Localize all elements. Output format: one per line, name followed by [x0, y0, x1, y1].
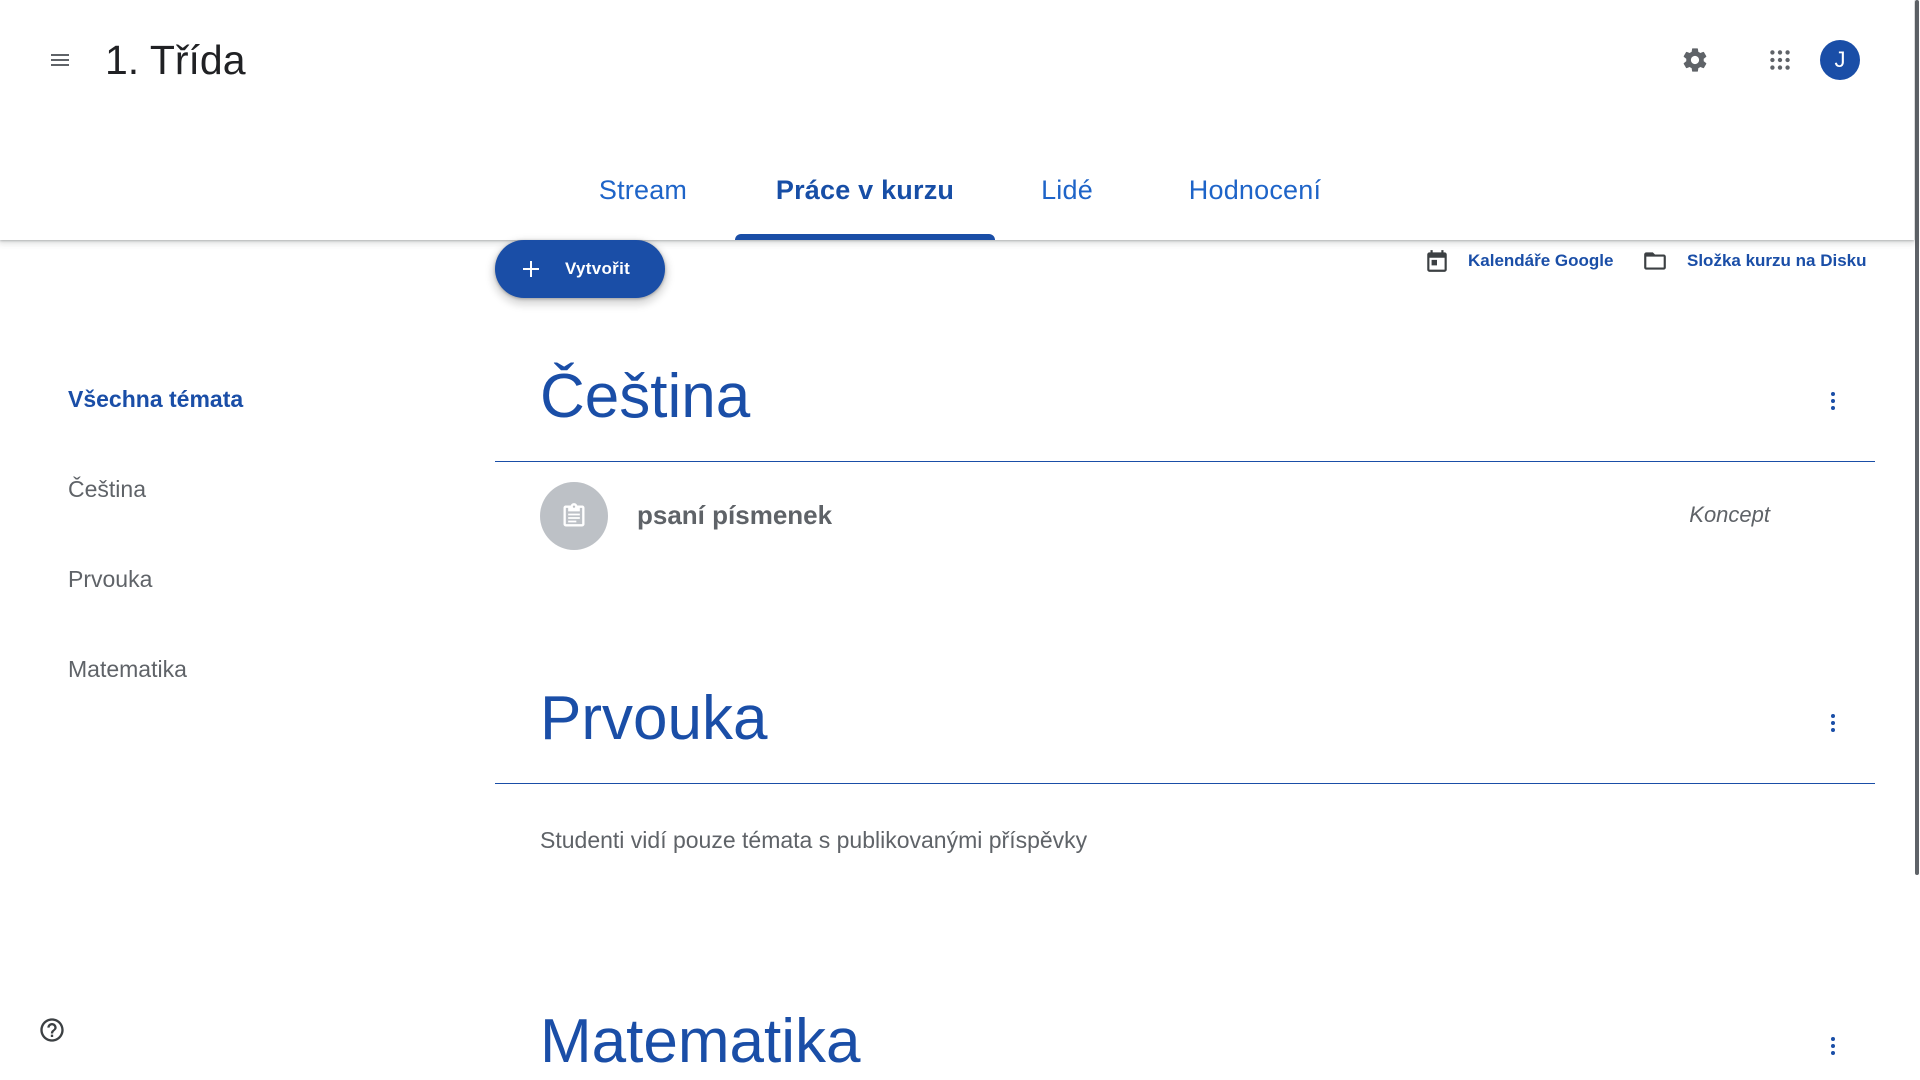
topic-header: Prvouka: [495, 679, 1875, 784]
tab-stream[interactable]: Stream: [578, 140, 708, 240]
tab-people[interactable]: Lidé: [1022, 140, 1112, 240]
classwork-item[interactable]: psaní písmenek Koncept: [495, 462, 1875, 572]
google-calendar-link[interactable]: Kalendáře Google: [1424, 243, 1613, 279]
help-button[interactable]: [34, 1012, 70, 1048]
topic-title[interactable]: Matematika: [540, 1002, 860, 1080]
create-button[interactable]: Vytvořit: [495, 240, 665, 298]
topic-header: Čeština: [495, 357, 1875, 462]
topic-title[interactable]: Čeština: [540, 357, 750, 437]
topic-section: Prvouka Studenti vidí pouze témata s pub…: [495, 679, 1875, 853]
assignment-icon: [540, 482, 608, 550]
topic-section: Čeština psaní písmenek Koncept: [495, 357, 1875, 572]
tab-classwork[interactable]: Práce v kurzu: [735, 140, 995, 240]
plus-icon: [519, 257, 543, 281]
account-avatar[interactable]: J: [1820, 40, 1860, 80]
gear-icon: [1683, 48, 1707, 72]
more-vert-icon: [1831, 392, 1835, 410]
tab-label: Lidé: [1041, 174, 1093, 205]
topic-header: Matematika: [495, 1002, 1875, 1080]
folder-icon: [1644, 252, 1666, 270]
topic-more-button[interactable]: [1809, 377, 1857, 425]
topic-section: Matematika: [495, 1002, 1875, 1080]
topic-more-button[interactable]: [1809, 699, 1857, 747]
class-title[interactable]: 1. Třída: [105, 34, 246, 86]
top-app-bar: 1. Třída J Stream Práce v kurzu Lidé Hod…: [0, 0, 1914, 240]
topic-more-button[interactable]: [1809, 1022, 1857, 1070]
google-calendar-label: Kalendáře Google: [1468, 251, 1614, 270]
tab-label: Stream: [598, 174, 688, 205]
draft-status-label: Koncept: [1689, 502, 1770, 527]
help-icon: [40, 1018, 64, 1042]
calendar-icon: [1427, 250, 1447, 272]
class-tabs: Stream Práce v kurzu Lidé Hodnocení: [0, 140, 1914, 240]
drive-folder-link[interactable]: Složka kurzu na Disku: [1641, 243, 1867, 279]
page-scrollbar[interactable]: [1914, 0, 1920, 1080]
active-tab-indicator: [735, 234, 995, 240]
settings-button[interactable]: [1671, 36, 1719, 84]
sidebar-item-prvouka[interactable]: Prvouka: [68, 566, 152, 593]
tab-label: Hodnocení: [1188, 174, 1322, 205]
drive-folder-label: Složka kurzu na Disku: [1687, 251, 1867, 270]
menu-icon: [51, 54, 69, 66]
main-menu-button[interactable]: [36, 36, 84, 84]
sidebar-item-all-topics[interactable]: Všechna témata: [68, 386, 243, 413]
scrollbar-thumb[interactable]: [1915, 0, 1919, 875]
tab-label: Práce v kurzu: [775, 174, 955, 205]
create-button-label: Vytvořit: [565, 259, 631, 278]
topic-title[interactable]: Prvouka: [540, 679, 767, 759]
apps-grid-icon: [1770, 50, 1790, 70]
classwork-item-title: psaní písmenek: [637, 500, 833, 530]
classroom-app: 1. Třída J Stream Práce v kurzu Lidé Hod…: [0, 0, 1920, 1080]
tab-grades[interactable]: Hodnocení: [1165, 140, 1345, 240]
sidebar-item-matematika[interactable]: Matematika: [68, 656, 187, 683]
sidebar-item-cestina[interactable]: Čeština: [68, 476, 146, 503]
empty-topic-note: Studenti vidí pouze témata s publikovaný…: [540, 827, 1088, 853]
more-vert-icon: [1831, 714, 1835, 732]
google-apps-button[interactable]: [1756, 36, 1804, 84]
more-vert-icon: [1831, 1037, 1835, 1055]
